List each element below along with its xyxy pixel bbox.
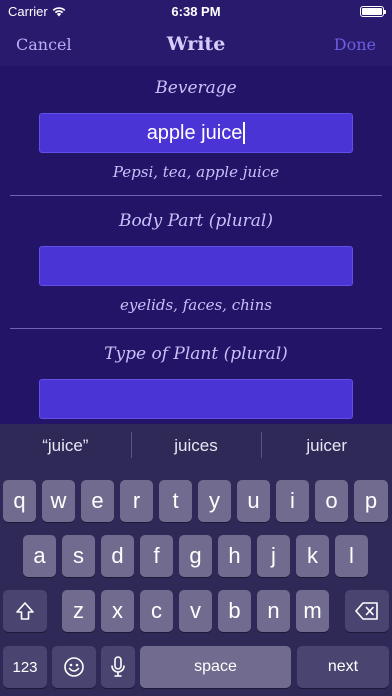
key-o[interactable]: o bbox=[315, 480, 348, 522]
key-u[interactable]: u bbox=[237, 480, 270, 522]
key-w[interactable]: w bbox=[42, 480, 75, 522]
field-label: Type of Plant (plural) bbox=[104, 344, 288, 364]
suggestion-item[interactable]: “juice” bbox=[0, 436, 131, 456]
field-hint: Pepsi, tea, apple juice bbox=[112, 163, 280, 181]
space-key[interactable]: space bbox=[140, 646, 291, 688]
key-k[interactable]: k bbox=[296, 535, 329, 577]
key-l[interactable]: l bbox=[335, 535, 368, 577]
done-button[interactable]: Done bbox=[334, 35, 376, 54]
divider bbox=[10, 195, 382, 196]
key-g[interactable]: g bbox=[179, 535, 212, 577]
emoji-icon bbox=[64, 657, 84, 677]
key-h[interactable]: h bbox=[218, 535, 251, 577]
numbers-key[interactable]: 123 bbox=[3, 646, 47, 688]
carrier-label: Carrier bbox=[8, 3, 48, 19]
key-a[interactable]: a bbox=[23, 535, 56, 577]
suggestion-item[interactable]: juices bbox=[130, 432, 262, 458]
microphone-icon bbox=[111, 656, 125, 677]
divider bbox=[10, 328, 382, 329]
battery-icon bbox=[360, 5, 386, 17]
beverage-input[interactable]: apple juice bbox=[39, 113, 353, 153]
field-hint: eyelids, faces, chins bbox=[120, 296, 272, 314]
status-right bbox=[254, 5, 386, 17]
key-z[interactable]: z bbox=[62, 590, 95, 632]
clock: 6:38 PM bbox=[171, 3, 221, 19]
key-x[interactable]: x bbox=[101, 590, 134, 632]
key-q[interactable]: q bbox=[3, 480, 36, 522]
suggestion-item[interactable]: juicer bbox=[261, 432, 392, 458]
wifi-icon bbox=[52, 6, 66, 16]
suggestion-bar: “juice” juices juicer bbox=[0, 424, 392, 468]
field-label: Body Part (plural) bbox=[118, 211, 274, 231]
key-c[interactable]: c bbox=[140, 590, 173, 632]
key-s[interactable]: s bbox=[62, 535, 95, 577]
next-key[interactable]: next bbox=[297, 646, 389, 688]
dictation-key[interactable] bbox=[101, 646, 135, 688]
shift-icon bbox=[16, 602, 34, 620]
key-t[interactable]: t bbox=[159, 480, 192, 522]
key-i[interactable]: i bbox=[276, 480, 309, 522]
key-y[interactable]: y bbox=[198, 480, 231, 522]
input-value: apple juice bbox=[146, 121, 243, 144]
keyboard: “juice” juices juicer q w e r t y u i o … bbox=[0, 424, 392, 696]
navigation-bar: Cancel Write Done bbox=[0, 22, 392, 66]
delete-key[interactable] bbox=[345, 590, 389, 632]
key-d[interactable]: d bbox=[101, 535, 134, 577]
cancel-button[interactable]: Cancel bbox=[16, 35, 72, 54]
key-n[interactable]: n bbox=[257, 590, 290, 632]
key-m[interactable]: m bbox=[296, 590, 329, 632]
key-j[interactable]: j bbox=[257, 535, 290, 577]
key-e[interactable]: e bbox=[81, 480, 114, 522]
key-f[interactable]: f bbox=[140, 535, 173, 577]
key-p[interactable]: p bbox=[354, 480, 388, 522]
status-left: Carrier bbox=[8, 4, 138, 19]
shift-key[interactable] bbox=[3, 590, 47, 632]
text-cursor bbox=[243, 122, 246, 144]
delete-icon bbox=[355, 602, 378, 620]
key-v[interactable]: v bbox=[179, 590, 212, 632]
field-label: Beverage bbox=[155, 78, 237, 98]
key-b[interactable]: b bbox=[218, 590, 251, 632]
plant-type-input[interactable] bbox=[39, 379, 353, 419]
body-part-input[interactable] bbox=[39, 246, 353, 286]
key-r[interactable]: r bbox=[120, 480, 153, 522]
status-bar: Carrier 6:38 PM bbox=[0, 0, 392, 22]
emoji-key[interactable] bbox=[52, 646, 96, 688]
